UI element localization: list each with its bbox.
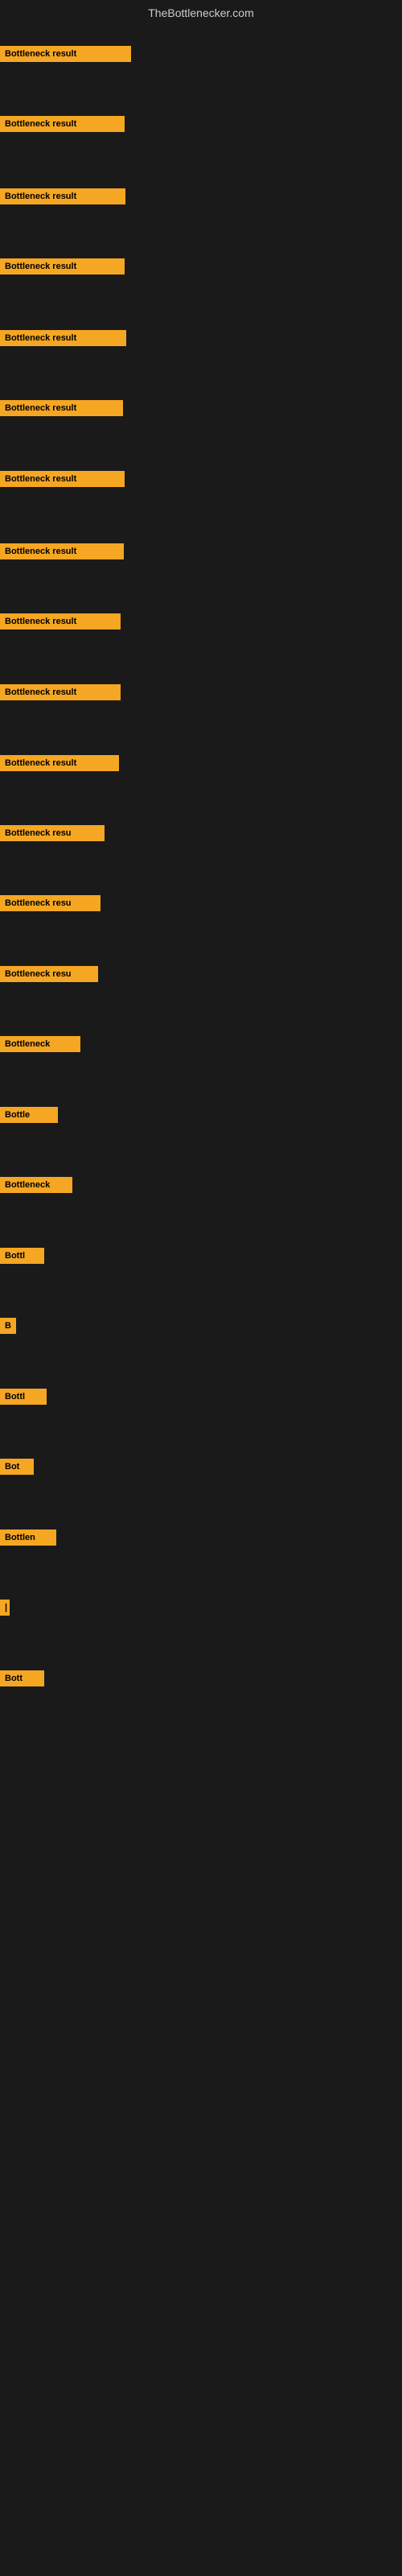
bottleneck-badge[interactable]: Bottle [0, 1107, 58, 1123]
bottleneck-row: Bottleneck result [0, 258, 125, 279]
bottleneck-badge[interactable]: Bottleneck result [0, 400, 123, 416]
bottleneck-row: Bottleneck result [0, 543, 124, 564]
bottleneck-row: Bottle [0, 1107, 58, 1127]
bottleneck-row: Bott [0, 1670, 44, 1690]
bottleneck-badge[interactable]: Bottleneck result [0, 330, 126, 346]
bottleneck-badge[interactable]: Bottleneck [0, 1177, 72, 1193]
bottleneck-badge[interactable]: Bottlen [0, 1530, 56, 1546]
bottleneck-row: Bot [0, 1459, 34, 1479]
bottleneck-badge[interactable]: Bottleneck result [0, 188, 125, 204]
bottleneck-badge[interactable]: B [0, 1318, 16, 1334]
bottleneck-badge[interactable]: Bottleneck result [0, 543, 124, 559]
bottleneck-row: Bottleneck result [0, 330, 126, 350]
bottleneck-row: Bottleneck result [0, 46, 131, 66]
bottleneck-row: Bottlen [0, 1530, 56, 1550]
bottleneck-badge[interactable]: Bottl [0, 1248, 44, 1264]
bottleneck-badge[interactable]: Bottleneck resu [0, 966, 98, 982]
bottleneck-badge[interactable]: Bottleneck result [0, 471, 125, 487]
bottleneck-row: Bottleneck resu [0, 825, 105, 845]
bottleneck-row: Bottleneck result [0, 684, 121, 704]
bottleneck-badge[interactable]: Bot [0, 1459, 34, 1475]
bottleneck-badge[interactable]: Bottl [0, 1389, 47, 1405]
bottleneck-row: Bottleneck result [0, 471, 125, 491]
bottleneck-row: Bottleneck result [0, 613, 121, 634]
bottleneck-row: Bottleneck [0, 1036, 80, 1056]
bottleneck-row: | [0, 1600, 10, 1620]
bottleneck-row: Bottleneck result [0, 188, 125, 208]
bottleneck-badge[interactable]: Bottleneck result [0, 684, 121, 700]
bottleneck-row: Bottleneck result [0, 116, 125, 136]
bottleneck-badge[interactable]: Bottleneck result [0, 613, 121, 630]
bottleneck-row: Bottleneck [0, 1177, 72, 1197]
bottleneck-row: Bottl [0, 1389, 47, 1409]
bottleneck-row: Bottleneck result [0, 755, 119, 775]
bottleneck-badge[interactable]: Bottleneck result [0, 46, 131, 62]
bottleneck-badge[interactable]: Bottleneck resu [0, 825, 105, 841]
bottleneck-row: Bottl [0, 1248, 44, 1268]
bottleneck-row: Bottleneck result [0, 400, 123, 420]
bottleneck-row: B [0, 1318, 16, 1338]
bottleneck-row: Bottleneck resu [0, 966, 98, 986]
bottleneck-badge[interactable]: Bott [0, 1670, 44, 1686]
bottleneck-badge[interactable]: Bottleneck result [0, 116, 125, 132]
bottleneck-badge[interactable]: Bottleneck result [0, 755, 119, 771]
bottleneck-row: Bottleneck resu [0, 895, 100, 915]
bottleneck-badge[interactable]: Bottleneck resu [0, 895, 100, 911]
site-title: TheBottlenecker.com [0, 0, 402, 23]
bottleneck-badge[interactable]: | [0, 1600, 10, 1616]
bottleneck-badge[interactable]: Bottleneck result [0, 258, 125, 275]
bottleneck-badge[interactable]: Bottleneck [0, 1036, 80, 1052]
